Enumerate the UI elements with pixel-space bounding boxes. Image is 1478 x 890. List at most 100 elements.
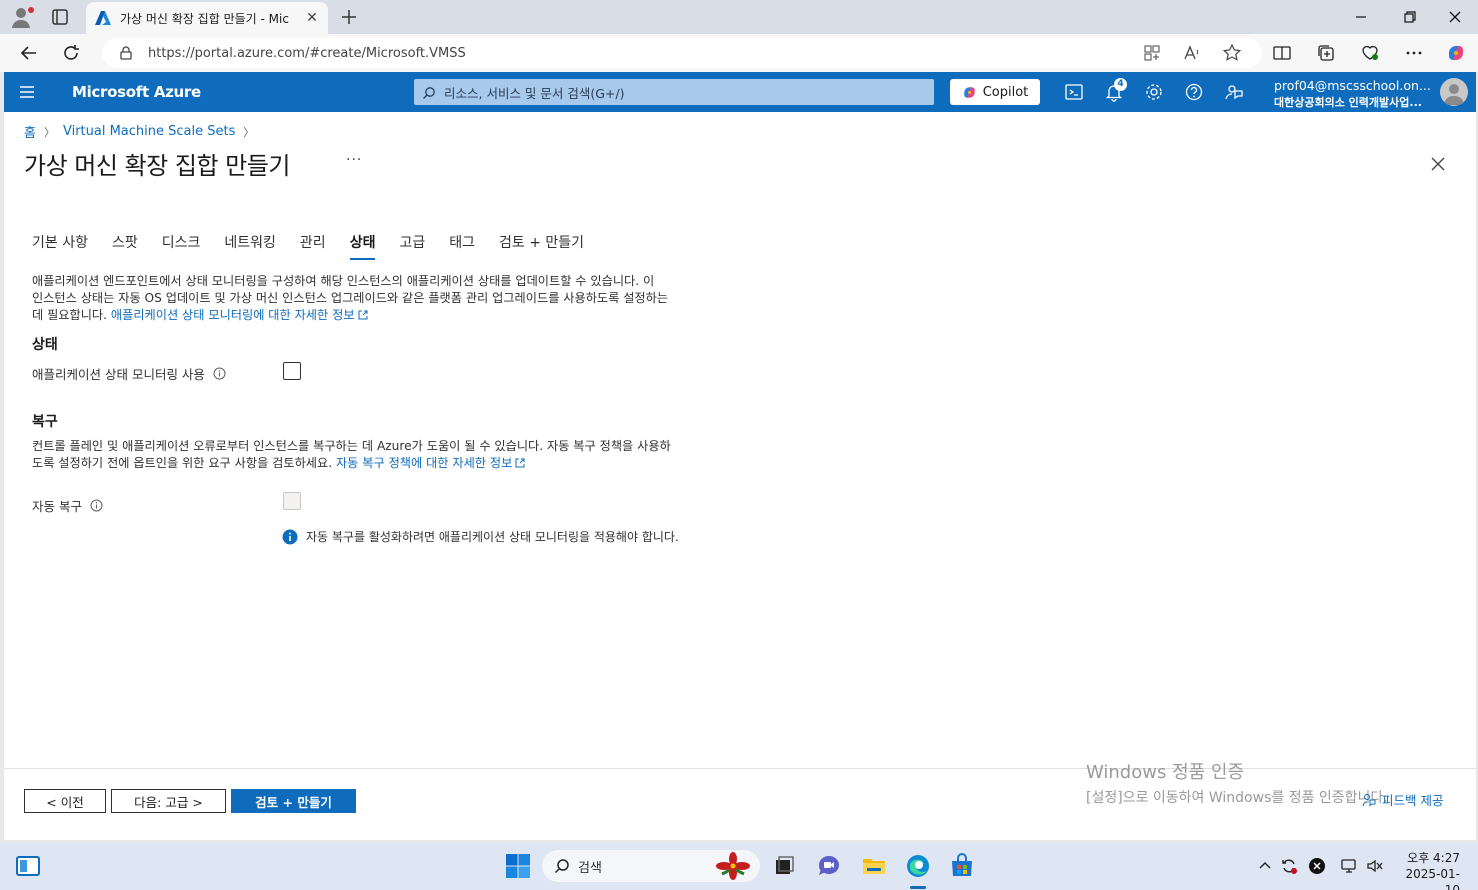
- external-link-icon: [515, 456, 525, 468]
- repair-learn-more-link[interactable]: 자동 복구 정책에 대한 자세한 정보: [336, 456, 525, 470]
- portal-menu-icon[interactable]: [18, 84, 36, 100]
- poinsettia-icon: [714, 852, 752, 880]
- azure-favicon-icon: [94, 9, 112, 27]
- teams-chat-icon[interactable]: [815, 852, 843, 880]
- tab-health[interactable]: 상태: [349, 232, 375, 260]
- error-status-icon[interactable]: [1308, 857, 1326, 875]
- feedback-person-icon[interactable]: [1224, 82, 1244, 102]
- tab-review-create[interactable]: 검토 + 만들기: [499, 232, 584, 260]
- collections-icon[interactable]: [1316, 43, 1336, 63]
- health-monitoring-checkbox[interactable]: [283, 362, 301, 380]
- favorite-star-icon[interactable]: [1222, 43, 1242, 63]
- split-screen-icon[interactable]: [1272, 43, 1292, 63]
- give-feedback-link[interactable]: 피드백 제공: [1362, 790, 1443, 809]
- refresh-icon[interactable]: [60, 42, 82, 64]
- previous-button[interactable]: < 이전: [24, 789, 106, 813]
- address-bar[interactable]: https://portal.azure.com/#create/Microso…: [102, 38, 1262, 68]
- edge-active-indicator: [910, 886, 926, 889]
- search-placeholder: 리소스, 서비스 및 문서 검색(G+/): [444, 85, 625, 101]
- edge-browser-icon[interactable]: [904, 852, 932, 880]
- tab-management[interactable]: 관리: [300, 232, 326, 260]
- tab-disks[interactable]: 디스크: [162, 232, 201, 260]
- breadcrumb-chevron-icon: 〉: [243, 125, 255, 139]
- browser-profile-icon[interactable]: [8, 4, 38, 30]
- review-create-button[interactable]: 검토 + 만들기: [231, 789, 356, 813]
- tab-advanced[interactable]: 고급: [399, 232, 425, 260]
- network-icon[interactable]: [1340, 857, 1358, 875]
- account-email: prof04@mscsschool.on...: [1274, 78, 1431, 93]
- volume-muted-icon[interactable]: [1366, 857, 1384, 875]
- browser-tabstrip: 가상 머신 확장 집합 만들기 - Mic ✕: [0, 0, 1478, 34]
- tab-tags[interactable]: 태그: [449, 232, 475, 260]
- close-blade-icon[interactable]: [1428, 154, 1448, 174]
- browser-tab-title: 가상 머신 확장 집합 만들기 - Mic: [120, 11, 289, 26]
- copilot-label: Copilot: [982, 84, 1029, 100]
- breadcrumb-chevron-icon: 〉: [43, 125, 55, 139]
- close-window-icon[interactable]: [1444, 6, 1466, 28]
- breadcrumb-vmss[interactable]: Virtual Machine Scale Sets: [63, 124, 235, 139]
- url-text: https://portal.azure.com/#create/Microso…: [148, 45, 466, 61]
- info-filled-icon: [282, 529, 298, 545]
- search-icon: [422, 85, 436, 99]
- info-icon[interactable]: [213, 367, 226, 380]
- browser-toolbar: https://portal.azure.com/#create/Microso…: [0, 34, 1478, 72]
- health-description: 애플리케이션 엔드포인트에서 상태 모니터링을 구성하여 해당 인스턴스의 애플…: [32, 274, 669, 322]
- health-learn-more-link[interactable]: 애플리케이션 상태 모니터링에 대한 자세한 정보: [111, 308, 368, 322]
- wizard-tabs: 기본 사항 스팟 디스크 네트워킹 관리 상태 고급 태그 검토 + 만들기: [32, 232, 608, 260]
- restore-icon[interactable]: [1398, 6, 1420, 28]
- avatar[interactable]: [1440, 78, 1468, 106]
- file-explorer-icon[interactable]: [860, 852, 888, 880]
- settings-more-icon[interactable]: [1404, 43, 1424, 63]
- more-options-icon[interactable]: ···: [346, 152, 362, 168]
- show-hidden-icons-chevron-icon[interactable]: [1256, 857, 1274, 875]
- info-icon[interactable]: [90, 499, 103, 512]
- portal-brand[interactable]: Microsoft Azure: [72, 83, 201, 101]
- notification-badge: 4: [1114, 78, 1127, 91]
- next-advanced-button[interactable]: 다음: 고급 >: [111, 789, 226, 813]
- auto-repair-info-message: 자동 복구를 활성화하려면 애플리케이션 상태 모니터링을 적용해야 합니다.: [282, 528, 679, 545]
- breadcrumb: 홈 〉 Virtual Machine Scale Sets 〉: [24, 122, 262, 141]
- health-monitoring-label: 애플리케이션 상태 모니터링 사용: [32, 364, 226, 383]
- help-icon[interactable]: [1184, 82, 1204, 102]
- health-section-heading: 상태: [32, 337, 58, 353]
- settings-gear-icon[interactable]: [1144, 82, 1164, 102]
- lock-icon[interactable]: [118, 45, 134, 61]
- account-org: 대한상공회의소 인력개발사업...: [1274, 96, 1422, 109]
- page-title: 가상 머신 확장 집합 만들기: [24, 152, 290, 180]
- copilot-sidebar-icon[interactable]: [1446, 43, 1466, 63]
- app-available-icon[interactable]: [1142, 43, 1162, 63]
- cloud-shell-icon[interactable]: [1064, 82, 1084, 102]
- widgets-icon[interactable]: [14, 852, 42, 880]
- microsoft-store-icon[interactable]: [948, 852, 976, 880]
- auto-repair-label: 자동 복구: [32, 496, 103, 515]
- taskbar-search-input[interactable]: 검색: [542, 850, 760, 882]
- copilot-icon: [962, 85, 977, 100]
- auto-repair-checkbox[interactable]: [283, 492, 301, 510]
- portal-top-bar: Microsoft Azure 리소스, 서비스 및 문서 검색(G+/) Co…: [4, 72, 1476, 112]
- system-clock[interactable]: 오후 4:27 2025-01-10: [1392, 850, 1460, 890]
- tab-networking[interactable]: 네트워킹: [224, 232, 276, 260]
- tab-actions-icon[interactable]: [48, 5, 72, 29]
- start-windows-icon[interactable]: [504, 852, 532, 880]
- close-tab-icon[interactable]: ✕: [304, 10, 320, 26]
- windows-activation-watermark: Windows 정품 인증 [설정]으로 이동하여 Windows를 정품 인증…: [1086, 762, 1388, 806]
- tab-spot[interactable]: 스팟: [112, 232, 138, 260]
- breadcrumb-home[interactable]: 홈: [24, 122, 36, 141]
- task-view-icon[interactable]: [770, 852, 798, 880]
- repair-description: 컨트롤 플레인 및 애플리케이션 오류로부터 인스턴스를 복구하는 데 Azur…: [32, 439, 671, 470]
- repair-section-heading: 복구: [32, 414, 58, 430]
- windows-taskbar: 검색 오후 4:27 2025-01-10: [0, 842, 1478, 890]
- portal-search-input[interactable]: 리소스, 서비스 및 문서 검색(G+/): [414, 79, 934, 105]
- new-tab-icon[interactable]: [338, 6, 360, 28]
- browser-tab-active[interactable]: 가상 머신 확장 집합 만들기 - Mic ✕: [86, 2, 328, 34]
- browser-essentials-icon[interactable]: [1360, 43, 1380, 63]
- external-link-icon: [358, 308, 368, 320]
- account-info[interactable]: prof04@mscsschool.on... 대한상공회의소 인력개발사업..…: [1274, 78, 1436, 110]
- minimize-icon[interactable]: [1350, 6, 1372, 28]
- copilot-button[interactable]: Copilot: [950, 79, 1040, 105]
- back-icon[interactable]: [18, 42, 40, 64]
- tab-basics[interactable]: 기본 사항: [32, 232, 88, 260]
- sync-icon[interactable]: [1280, 857, 1298, 875]
- search-icon: [554, 858, 570, 874]
- read-aloud-icon[interactable]: [1182, 43, 1202, 63]
